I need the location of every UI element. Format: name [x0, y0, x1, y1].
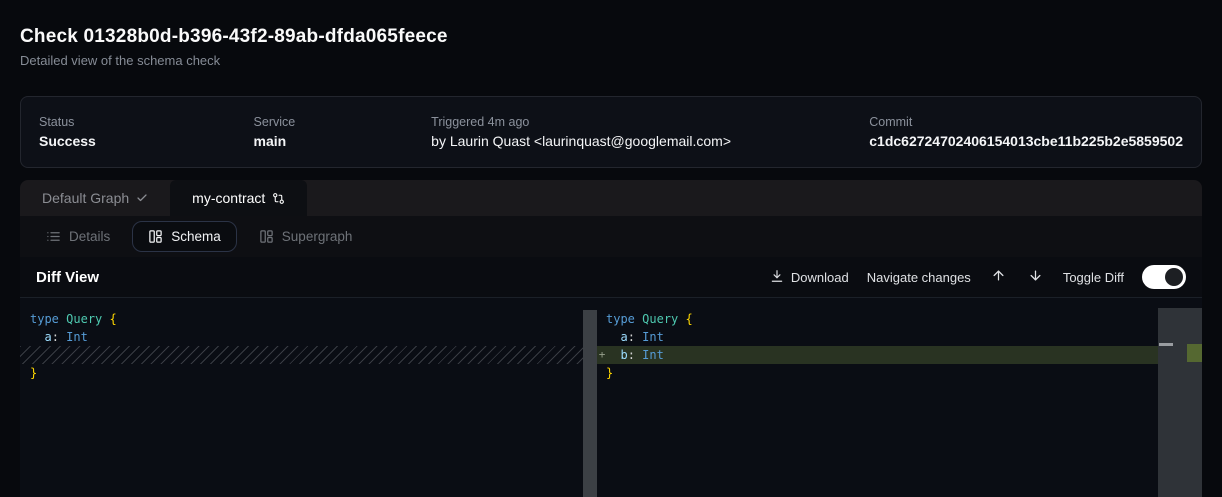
code-line: }: [20, 364, 597, 382]
page-subtitle: Detailed view of the schema check: [20, 53, 220, 68]
diff-left-pane: type Query { a: Int}: [20, 310, 597, 497]
code-line: type Query {: [20, 310, 597, 328]
code-token: a: [44, 330, 51, 344]
code-line: type Query {: [597, 310, 1158, 328]
left-pane-scrollbar[interactable]: [583, 310, 597, 497]
code-token: }: [606, 366, 613, 380]
toggle-knob: [1165, 268, 1183, 286]
toggle-diff-label: Toggle Diff: [1063, 270, 1124, 285]
code-line: a: Int: [20, 328, 597, 346]
tab-my-contract-label: my-contract: [192, 190, 265, 206]
check-icon: [136, 192, 148, 204]
code-token: [606, 330, 620, 344]
navigate-changes-label: Navigate changes: [867, 270, 971, 285]
code-token: [102, 312, 109, 326]
page-title: Check 01328b0d-b396-43f2-89ab-dfda065fee…: [20, 26, 448, 48]
code-token: [678, 312, 685, 326]
contract-tabbar: Default Graph my-contract: [20, 180, 1202, 216]
arrow-down-icon: [1028, 268, 1043, 286]
tab-my-contract[interactable]: my-contract: [170, 180, 307, 216]
code-token: }: [30, 366, 37, 380]
code-token: a: [620, 330, 627, 344]
next-change-button[interactable]: [1026, 268, 1045, 286]
code-token: :: [628, 348, 635, 362]
code-token: :: [52, 330, 59, 344]
panels-icon: [148, 229, 163, 244]
check-info-panel: Status Success Service main Triggered 4m…: [20, 96, 1202, 168]
code-token: Query: [642, 312, 678, 326]
code-token: Int: [642, 330, 664, 344]
toggle-diff-switch[interactable]: [1142, 265, 1186, 289]
download-label: Download: [791, 270, 849, 285]
download-icon: [770, 269, 784, 286]
service-label: Service: [254, 115, 432, 129]
inserted-code-line: b: Int: [597, 346, 1158, 364]
right-pane-scrollbar[interactable]: [1158, 308, 1202, 497]
code-token: [30, 330, 44, 344]
code-token: [606, 348, 620, 362]
code-token: {: [686, 312, 693, 326]
tab-default-graph[interactable]: Default Graph: [20, 180, 170, 216]
triggered-value: by Laurin Quast <laurinquast@googlemail.…: [431, 133, 869, 149]
code-token: type: [30, 312, 59, 326]
code-token: :: [628, 330, 635, 344]
schema-check-page: Check 01328b0d-b396-43f2-89ab-dfda065fee…: [0, 0, 1222, 497]
code-token: b: [620, 348, 627, 362]
diff-placeholder-line: [20, 346, 597, 364]
tab-details-label: Details: [69, 229, 110, 244]
previous-change-button[interactable]: [989, 268, 1008, 286]
diff-editor[interactable]: type Query { a: Int} + type Query { a: I…: [20, 298, 1202, 497]
code-token: Query: [66, 312, 102, 326]
triggered-label: Triggered 4m ago: [431, 115, 869, 129]
code-token: type: [606, 312, 635, 326]
git-compare-icon: [272, 192, 285, 205]
status-column: Status Success: [39, 115, 254, 149]
service-column: Service main: [254, 115, 432, 149]
tab-supergraph-label: Supergraph: [282, 229, 353, 244]
code-token: Int: [66, 330, 88, 344]
service-value: main: [254, 133, 432, 149]
view-tabbar: Details Schema Supergraph: [20, 216, 1202, 257]
tab-details[interactable]: Details: [34, 221, 122, 252]
check-detail-panel: Default Graph my-contract Details: [20, 180, 1202, 497]
tab-schema[interactable]: Schema: [132, 221, 237, 252]
commit-label: Commit: [869, 115, 1183, 129]
code-line: }: [597, 364, 1158, 382]
code-token: Int: [642, 348, 664, 362]
tab-default-graph-label: Default Graph: [42, 190, 129, 206]
diff-toolbar: Diff View Download Navigate changes: [20, 257, 1202, 298]
status-label: Status: [39, 115, 254, 129]
triggered-column: Triggered 4m ago by Laurin Quast <laurin…: [431, 115, 869, 149]
commit-column: Commit c1dc62724702406154013cbe11b225b2e…: [869, 115, 1183, 149]
panels-icon: [259, 229, 274, 244]
tab-schema-label: Schema: [171, 229, 221, 244]
arrow-up-icon: [991, 268, 1006, 286]
status-value: Success: [39, 133, 254, 149]
list-icon: [46, 229, 61, 244]
diff-toolbar-actions: Download Navigate changes Toggle Diff: [770, 265, 1186, 289]
code-line: a: Int: [597, 328, 1158, 346]
diff-view-title: Diff View: [36, 269, 99, 286]
commit-value: c1dc62724702406154013cbe11b225b2e5859502: [869, 133, 1183, 149]
scrollbar-slider[interactable]: [1159, 343, 1173, 346]
download-button[interactable]: Download: [770, 269, 849, 286]
code-token: {: [110, 312, 117, 326]
overview-ruler-insert-marker: [1187, 344, 1202, 362]
diff-right-pane: type Query { a: Int b: Int}: [597, 310, 1158, 497]
tab-supergraph[interactable]: Supergraph: [247, 221, 365, 252]
